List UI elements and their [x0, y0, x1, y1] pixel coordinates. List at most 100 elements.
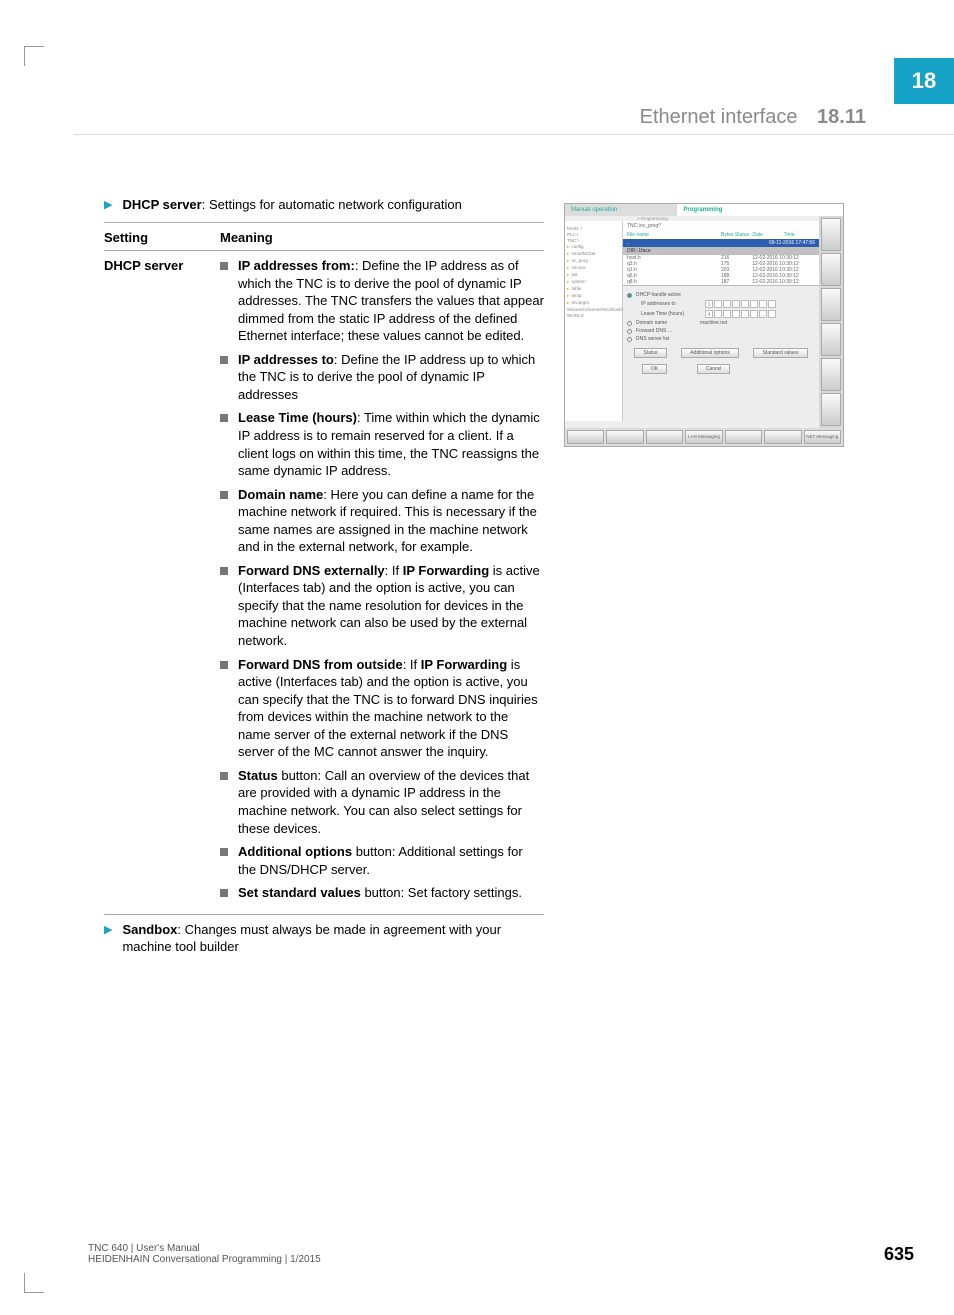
side-button: [821, 253, 841, 286]
item-bold: IP addresses to: [238, 352, 334, 367]
th-setting: Setting: [104, 229, 220, 247]
list-item: Status button: Call an overview of the d…: [220, 767, 544, 837]
addopt-button: Additional options: [681, 348, 738, 358]
field-label: DNS server list: [636, 336, 696, 342]
table-row: DHCP server IP addresses from:: Define t…: [104, 257, 544, 908]
tree-item: smartNCbat: [567, 251, 620, 257]
item-bold2: IP Forwarding: [421, 657, 507, 672]
ip-box: 1...: [705, 300, 776, 308]
square-icon: [220, 661, 228, 669]
tree-item: temp: [567, 293, 620, 299]
fig-body: MAIN: \ PLC:\ TNC:\ config smartNCbat nc…: [565, 221, 819, 421]
item-bold: Lease Time (hours): [238, 410, 357, 425]
tree-item: PLC:\: [567, 232, 620, 237]
softkey: LAN Messaging: [685, 430, 722, 444]
fig-softkeys: LAN Messaging NET Messaging: [565, 428, 843, 446]
tree-item: MAIN: \: [567, 226, 620, 231]
fig-mode-manual: Manual operation: [565, 204, 677, 216]
triangle-icon: ▶: [104, 198, 112, 214]
tree-item: \Mounts\Volumes\Ncdir\usbN..: [567, 307, 620, 312]
list-item: Lease Time (hours): Time within which th…: [220, 409, 544, 479]
tree-item: table: [567, 286, 620, 292]
item-bold: Forward DNS externally: [238, 563, 385, 578]
ip-box: 4..…: [705, 310, 776, 318]
item-mid: : If: [385, 563, 403, 578]
list-item: Forward DNS from outside: If IP Forwardi…: [220, 656, 544, 761]
radio-icon: [627, 329, 632, 334]
table-head: Setting Meaning: [104, 229, 544, 247]
list-item: Domain name: Here you can define a name …: [220, 486, 544, 556]
field-label: IP addresses to: [641, 301, 701, 307]
item-bold: Domain name: [238, 487, 323, 502]
section-number: 18.11: [817, 106, 866, 128]
fig-right: TNC:\nc_prog\* File name Bytes Status Da…: [623, 221, 819, 421]
outro-label: Sandbox: [122, 922, 177, 937]
radio-label: DHCP handle active: [636, 292, 696, 298]
fig-button-row: Status Additional options Standard value…: [627, 348, 815, 358]
tree-item: service: [567, 265, 620, 271]
item-bold: Status: [238, 768, 278, 783]
screenshot-figure: Manual operation Programming > Programmi…: [564, 203, 844, 447]
list-item: Additional options button: Additional se…: [220, 843, 544, 878]
item-bold: IP addresses from:: [238, 258, 355, 273]
side-button: [821, 323, 841, 356]
fig-titlebar: Manual operation Programming: [565, 204, 843, 216]
crop-mark-tl: [24, 46, 44, 66]
tree-item: pst: [567, 272, 620, 278]
intro-bullet: ▶ DHCP server: Settings for automatic ne…: [104, 196, 544, 214]
item-mid: : If: [403, 657, 421, 672]
softkey: [764, 430, 801, 444]
tree-item: system: [567, 279, 620, 285]
softkey: [606, 430, 643, 444]
fig-path: TNC:\nc_prog\*: [623, 221, 819, 231]
list-item: Set standard values button: Set factory …: [220, 884, 544, 902]
table-rule-mid: [104, 250, 544, 251]
field-label: Lease Time (hours): [641, 311, 701, 317]
footer-line1: TNC 640 | User's Manual: [88, 1243, 321, 1254]
status-button: Status: [634, 348, 666, 358]
intro-text: : Settings for automatic network configu…: [202, 197, 462, 212]
fig-mode-programming: Programming: [677, 204, 843, 216]
standard-button: Standard values: [753, 348, 807, 358]
section-title: Ethernet interface: [640, 106, 798, 128]
item-text: button: Call an overview of the devices …: [238, 768, 529, 836]
fig-lower-pane: DHCP handle active IP addresses to 1... L…: [623, 285, 819, 421]
outro-bullet: ▶ Sandbox: Changes must always be made i…: [104, 921, 544, 956]
square-icon: [220, 491, 228, 499]
square-icon: [220, 889, 228, 897]
radio-icon: [627, 321, 632, 326]
tree-item: config: [567, 244, 620, 250]
item-bold2: IP Forwarding: [403, 563, 489, 578]
footer-line2: HEIDENHAIN Conversational Programming | …: [88, 1254, 321, 1265]
side-button: [821, 218, 841, 251]
table-rule-top: [104, 222, 544, 223]
radio-icon: [627, 337, 632, 342]
tree-item: tmcprgm: [567, 300, 620, 306]
footer: TNC 640 | User's Manual HEIDENHAIN Conve…: [88, 1243, 321, 1265]
domain-value: machine.net: [700, 320, 727, 326]
square-icon: [220, 414, 228, 422]
ok-button: OK: [642, 364, 667, 374]
page-number: 635: [884, 1244, 914, 1265]
fig-tree: MAIN: \ PLC:\ TNC:\ config smartNCbat nc…: [565, 221, 623, 421]
tree-item: TNC:\: [567, 238, 620, 243]
item-bold: Set standard values: [238, 885, 361, 900]
list-item: IP addresses to: Define the IP address u…: [220, 351, 544, 404]
square-icon: [220, 772, 228, 780]
field-label: Domain name: [636, 320, 696, 326]
cancel-button: Cancel: [697, 364, 731, 374]
row-items: IP addresses from:: Define the IP addres…: [220, 257, 544, 908]
fig-greyhead: DIR::1face: [623, 247, 819, 255]
crop-mark-bl: [24, 1273, 44, 1293]
square-icon: [220, 356, 228, 364]
intro-label: DHCP server: [122, 197, 201, 212]
section-header: Ethernet interface 18.11: [640, 106, 866, 129]
outro-text: : Changes must always be made in agreeme…: [122, 922, 501, 955]
content: ▶ DHCP server: Settings for automatic ne…: [104, 196, 544, 964]
square-icon: [220, 262, 228, 270]
softkey: [567, 430, 604, 444]
field-label: Forward DNS …: [636, 328, 696, 334]
fig-bluerow: .. 09-11-2016 17:47:56: [623, 239, 819, 247]
item-bold: Forward DNS from outside: [238, 657, 403, 672]
fig-button-row: OK Cancel: [627, 364, 815, 374]
